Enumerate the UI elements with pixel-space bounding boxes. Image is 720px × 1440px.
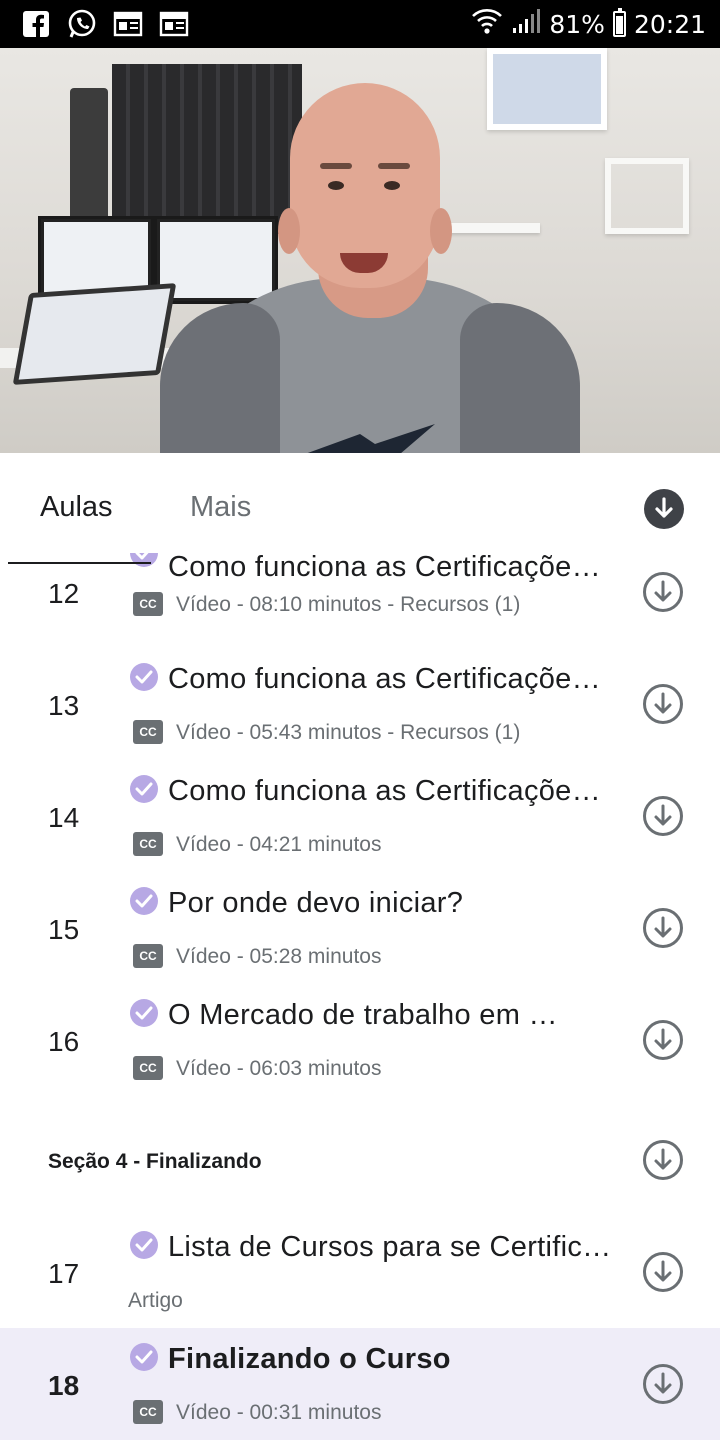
- lecture-title: Finalizando o Curso: [168, 1343, 451, 1375]
- download-icon: [643, 1364, 683, 1404]
- video-player[interactable]: [0, 48, 720, 453]
- system-status: 81% 20:21: [471, 6, 706, 42]
- lecture-title: Lista de Cursos para se Certificar…: [168, 1231, 612, 1263]
- lecture-title: Como funciona as Certificações…: [168, 553, 612, 583]
- lecture-title: Como funciona as Certificações…: [168, 775, 612, 807]
- lecture-number: 12: [48, 578, 80, 609]
- facebook-icon: [20, 8, 52, 40]
- download-icon: [643, 908, 683, 948]
- presenter-sleeve-left: [160, 303, 280, 453]
- download-icon: [643, 1252, 683, 1292]
- clock: 20:21: [633, 9, 706, 39]
- lecture-list[interactable]: 12 Como funciona as Certificações… CC Ví…: [0, 553, 720, 1440]
- lecture-meta: Vídeo - 05:28 minutos: [176, 945, 382, 968]
- lecture-title: Por onde devo iniciar?: [168, 887, 464, 919]
- download-button[interactable]: [642, 907, 684, 949]
- lecture-title: O Mercado de trabalho em …: [168, 999, 558, 1031]
- list-item[interactable]: 14 Como funciona as Certificações… CC Ví…: [0, 761, 720, 873]
- download-icon: [643, 1140, 683, 1180]
- lecture-meta: Vídeo - 00:31 minutos: [176, 1401, 382, 1424]
- download-icon: [643, 684, 683, 724]
- battery-percent: 81%: [549, 9, 605, 39]
- lecture-number: 15: [48, 914, 80, 945]
- download-button[interactable]: [642, 683, 684, 725]
- section-title: Seção 4 - Finalizando: [48, 1150, 262, 1173]
- lecture-meta: Vídeo - 05:43 minutos - Recursos (1): [176, 721, 521, 744]
- section-header[interactable]: Seção 4 - Finalizando: [0, 1119, 720, 1203]
- tab-bar: Aulas Mais: [0, 453, 720, 565]
- captions-icon: CC: [133, 1056, 163, 1080]
- list-item[interactable]: 17 Lista de Cursos para se Certificar… A…: [0, 1217, 720, 1329]
- list-item[interactable]: 16 O Mercado de trabalho em … CC Vídeo -…: [0, 985, 720, 1097]
- lecture-meta: Vídeo - 06:03 minutos: [176, 1057, 382, 1080]
- list-item-selected[interactable]: 18 Finalizando o Curso CC Vídeo - 00:31 …: [0, 1328, 720, 1440]
- newspaper-icon: [112, 8, 144, 40]
- whatsapp-icon: [66, 8, 98, 40]
- list-item[interactable]: 13 Como funciona as Certificações… CC Ví…: [0, 649, 720, 761]
- captions-icon: CC: [133, 720, 163, 744]
- completed-check-icon: [130, 553, 158, 567]
- completed-check-icon: [130, 663, 158, 691]
- lecture-number: 17: [48, 1258, 80, 1289]
- active-tab-indicator: [8, 562, 151, 564]
- wifi-icon: [471, 6, 503, 42]
- lecture-meta: Vídeo - 04:21 minutos: [176, 833, 382, 856]
- download-icon: [643, 572, 683, 612]
- captions-icon: CC: [133, 944, 163, 968]
- acoustic-panel: [112, 64, 302, 234]
- battery-icon: [612, 8, 626, 37]
- list-item[interactable]: 15 Por onde devo iniciar? CC Vídeo - 05:…: [0, 873, 720, 985]
- lecture-title: Como funciona as Certificações…: [168, 663, 612, 695]
- lecture-number: 14: [48, 802, 80, 833]
- presenter-sleeve-right: [460, 303, 580, 453]
- lecture-meta: Vídeo - 08:10 minutos - Recursos (1): [176, 593, 521, 616]
- captions-icon: CC: [133, 592, 163, 616]
- download-button[interactable]: [642, 1019, 684, 1061]
- completed-check-icon: [130, 999, 158, 1027]
- wall-frame: [487, 48, 607, 130]
- download-button[interactable]: [642, 1251, 684, 1293]
- status-bar: 81% 20:21: [0, 0, 720, 48]
- download-icon: [643, 796, 683, 836]
- completed-check-icon: [130, 775, 158, 803]
- lecture-number: 18: [48, 1370, 80, 1401]
- download-button[interactable]: [642, 571, 684, 613]
- list-item[interactable]: 12 Como funciona as Certificações… CC Ví…: [0, 553, 720, 649]
- signal-icon: [511, 8, 541, 40]
- captions-icon: CC: [133, 832, 163, 856]
- completed-check-icon: [130, 887, 158, 915]
- tab-mais[interactable]: Mais: [190, 491, 251, 524]
- download-button[interactable]: [642, 795, 684, 837]
- completed-check-icon: [130, 1231, 158, 1259]
- shirt-logo: [307, 424, 435, 453]
- wall-cube-shelf: [605, 158, 689, 234]
- download-all-button[interactable]: [644, 489, 684, 529]
- lecture-number: 16: [48, 1026, 80, 1057]
- download-icon: [655, 497, 673, 518]
- download-section-button[interactable]: [642, 1139, 684, 1181]
- laptop: [12, 283, 177, 385]
- captions-icon: CC: [133, 1400, 163, 1424]
- presenter-head: [278, 83, 452, 288]
- lecture-number: 13: [48, 690, 80, 721]
- lecture-meta: Artigo: [128, 1289, 183, 1312]
- notification-icons: [20, 8, 190, 40]
- completed-check-icon: [130, 1343, 158, 1371]
- newspaper-icon: [158, 8, 190, 40]
- tab-aulas[interactable]: Aulas: [40, 491, 113, 524]
- download-button[interactable]: [642, 1363, 684, 1405]
- download-icon: [643, 1020, 683, 1060]
